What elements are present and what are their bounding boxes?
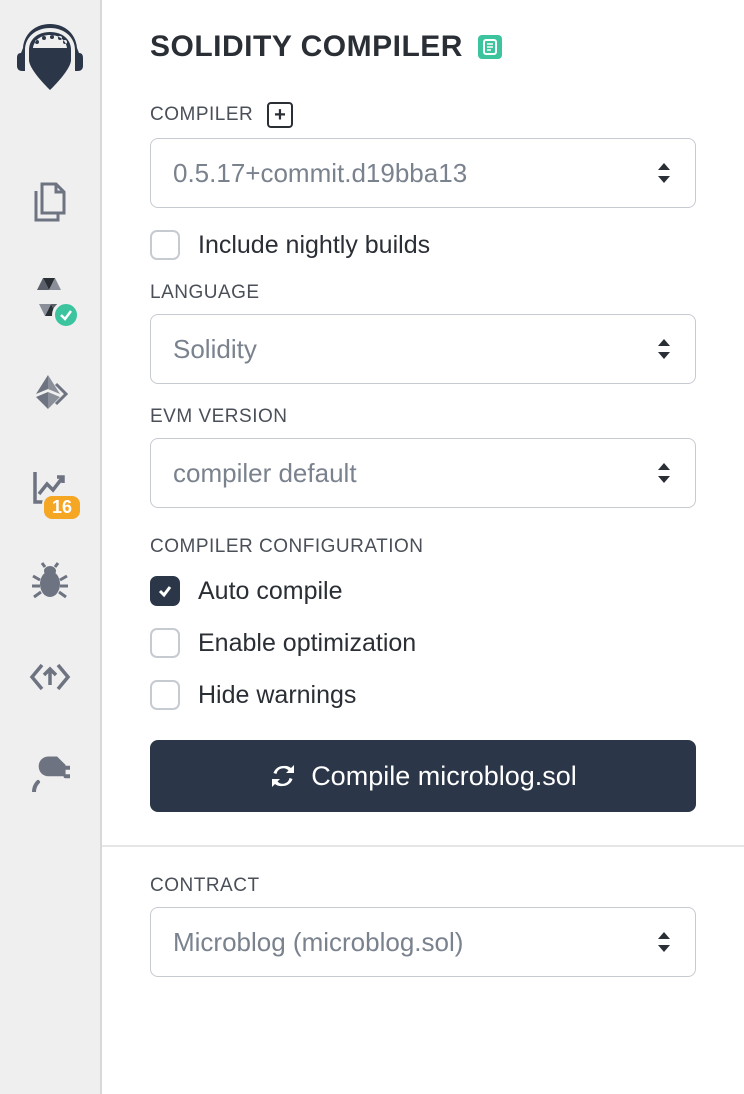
evm-version-label: EVM VERSION [150,406,696,428]
contract-label: CONTRACT [150,875,696,897]
hide-warnings-row: Hide warnings [150,680,696,710]
divider [102,845,744,847]
nightly-builds-label: Include nightly builds [198,231,430,260]
caret-sort-icon [655,462,673,484]
evm-selected-value: compiler default [173,458,357,489]
compiler-config-label: COMPILER CONFIGURATION [150,536,696,558]
caret-sort-icon [655,338,673,360]
compiler-panel: SOLIDITY COMPILER COMPILER + 0.5.17+comm… [102,0,744,1094]
refresh-icon [269,762,297,790]
panel-title: SOLIDITY COMPILER [150,30,696,64]
enable-optimization-row: Enable optimization [150,628,696,658]
compiler-selected-value: 0.5.17+commit.d19bba13 [173,158,467,189]
nightly-builds-row: Include nightly builds [150,230,696,260]
sidebar-item-solidity-static-analysis[interactable]: 16 [0,439,100,534]
add-compiler-button[interactable]: + [267,102,293,128]
auto-compile-label: Auto compile [198,577,343,606]
contract-select[interactable]: Microblog (microblog.sol) [150,907,696,977]
sidebar-item-plugin-manager[interactable] [0,724,100,819]
files-icon [29,181,71,223]
sidebar: 16 [0,0,102,1094]
caret-sort-icon [655,931,673,953]
language-select[interactable]: Solidity [150,314,696,384]
bug-icon [30,562,70,602]
ethereum-icon [30,372,70,412]
enable-optimization-checkbox[interactable] [150,628,180,658]
plug-icon [30,752,70,792]
panel-title-text: SOLIDITY COMPILER [150,30,463,64]
enable-optimization-label: Enable optimization [198,629,416,658]
docs-icon[interactable] [478,35,502,59]
contract-selected-value: Microblog (microblog.sol) [173,927,463,958]
sidebar-item-deploy-run[interactable] [0,344,100,439]
language-label: LANGUAGE [150,282,696,304]
auto-compile-checkbox[interactable] [150,576,180,606]
auto-compile-row: Auto compile [150,576,696,606]
sidebar-item-file-explorers[interactable] [0,154,100,249]
compiler-select[interactable]: 0.5.17+commit.d19bba13 [150,138,696,208]
compile-success-badge [52,301,80,329]
compile-button-label: Compile microblog.sol [311,761,577,792]
deploy-brackets-icon [28,657,72,697]
language-selected-value: Solidity [173,334,257,365]
nightly-builds-checkbox[interactable] [150,230,180,260]
compile-button[interactable]: Compile microblog.sol [150,740,696,812]
analysis-count-badge: 16 [42,494,82,521]
caret-sort-icon [655,162,673,184]
sidebar-item-solidity-compiler[interactable] [0,249,100,344]
compiler-label: COMPILER + [150,102,696,128]
check-icon [157,583,173,599]
evm-version-select[interactable]: compiler default [150,438,696,508]
hide-warnings-checkbox[interactable] [150,680,180,710]
sidebar-item-debugger[interactable] [0,534,100,629]
hide-warnings-label: Hide warnings [198,681,356,710]
sidebar-item-deploy[interactable] [0,629,100,724]
app-logo [15,20,85,99]
